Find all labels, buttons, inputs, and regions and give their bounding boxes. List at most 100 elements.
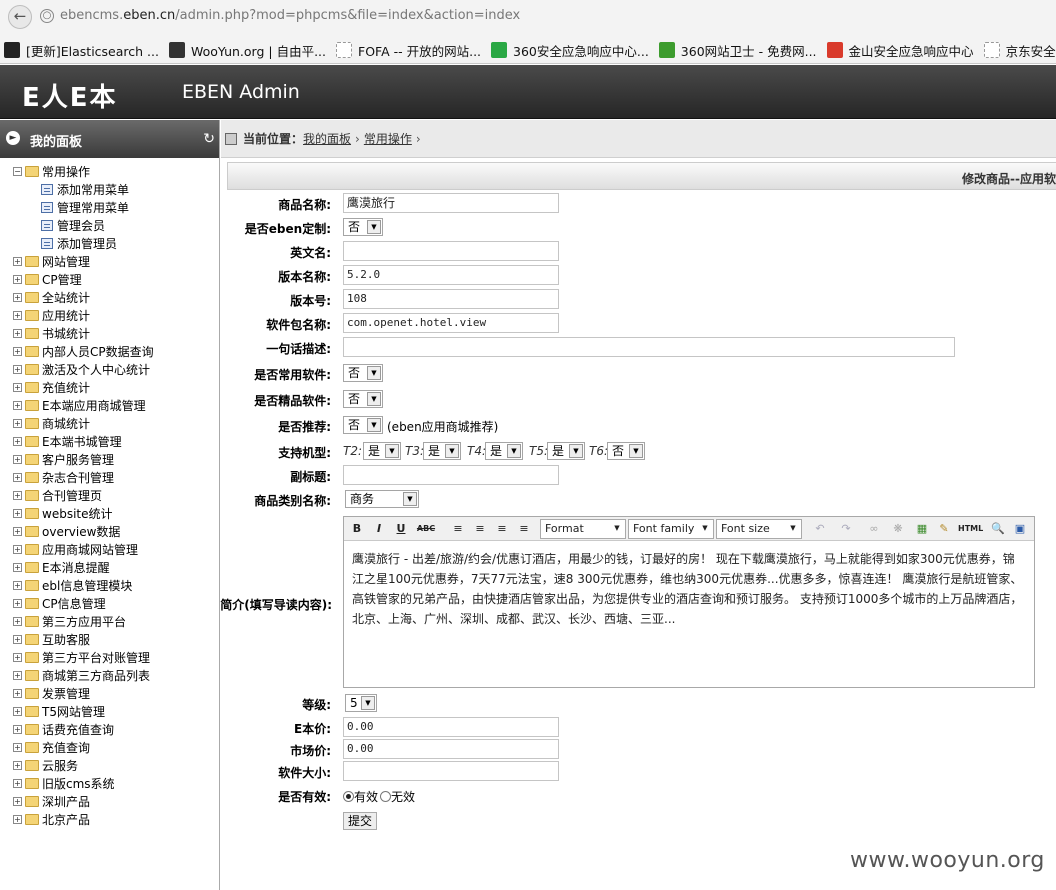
expand-icon[interactable]: + — [13, 418, 22, 428]
underline-icon[interactable]: U — [394, 521, 408, 537]
expand-icon[interactable]: + — [13, 778, 22, 788]
bookmark-item[interactable]: 360安全应急响应中心... — [491, 41, 649, 60]
model-t2-select[interactable]: 是 ▼ — [363, 442, 401, 460]
bookmark-item[interactable]: FOFA -- 开放的网站... — [336, 41, 481, 60]
model-t5-select[interactable]: 是 ▼ — [547, 442, 585, 460]
product-name-input[interactable]: 鹰漠旅行 — [343, 193, 559, 213]
align-left-icon[interactable]: ≡ — [450, 521, 466, 537]
tree-node[interactable]: + 第三方应用平台 — [0, 612, 219, 630]
tree-node[interactable]: + 第三方平台对账管理 — [0, 648, 219, 666]
tree-node[interactable]: + 充值查询 — [0, 738, 219, 756]
editor-content[interactable]: 鹰漠旅行 - 出差/旅游/约会/优惠订酒店，用最少的钱，订最好的房！ 现在下载鹰… — [344, 541, 1034, 637]
tree-node[interactable]: + 发票管理 — [0, 684, 219, 702]
expand-icon[interactable]: + — [13, 814, 22, 824]
align-right-icon[interactable]: ≡ — [494, 521, 510, 537]
package-name-input[interactable]: com.openet.hotel.view — [343, 313, 559, 333]
expand-icon[interactable]: + — [13, 328, 22, 338]
font-family-select[interactable]: Font family ▼ — [628, 519, 714, 539]
format-select[interactable]: Format ▼ — [540, 519, 626, 539]
version-name-input[interactable]: 5.2.0 — [343, 265, 559, 285]
image-icon[interactable]: ▦ — [914, 521, 930, 537]
strikethrough-icon[interactable]: ABC — [416, 521, 436, 537]
tree-node[interactable]: + ebl信息管理模块 — [0, 576, 219, 594]
tree-node[interactable]: + 商城第三方商品列表 — [0, 666, 219, 684]
expand-icon[interactable]: + — [13, 256, 22, 266]
tree-node[interactable]: + 合刊管理页 — [0, 486, 219, 504]
expand-icon[interactable]: + — [13, 706, 22, 716]
expand-icon[interactable]: + — [13, 796, 22, 806]
align-justify-icon[interactable]: ≡ — [516, 521, 532, 537]
expand-icon[interactable]: + — [13, 724, 22, 734]
bookmark-item[interactable]: 京东安全应急响应中心 — [983, 41, 1056, 60]
bookmark-item[interactable]: 金山安全应急响应中心 — [826, 41, 974, 60]
expand-icon[interactable]: + — [13, 526, 22, 536]
model-t4-select[interactable]: 是 ▼ — [485, 442, 523, 460]
tree-node[interactable]: + 内部人员CP数据查询 — [0, 342, 219, 360]
expand-icon[interactable]: + — [13, 688, 22, 698]
valid-no-radio[interactable] — [380, 791, 392, 802]
cleanup-icon[interactable]: ✎ — [936, 521, 952, 537]
preview-icon[interactable]: 🔍 — [990, 521, 1006, 537]
tree-leaf[interactable]: 添加常用菜单 — [0, 180, 219, 198]
tree-node[interactable]: + 书城统计 — [0, 324, 219, 342]
common-soft-select[interactable]: 否 ▼ — [343, 364, 383, 382]
tree-node[interactable]: + 商城统计 — [0, 414, 219, 432]
bookmark-item[interactable]: [更新]Elasticsearch ... — [4, 41, 159, 60]
fullscreen-icon[interactable]: ▣ — [1012, 521, 1028, 537]
expand-icon[interactable]: + — [13, 544, 22, 554]
tree-node[interactable]: + 应用统计 — [0, 306, 219, 324]
expand-icon[interactable]: + — [13, 580, 22, 590]
version-no-input[interactable]: 108 — [343, 289, 559, 309]
expand-icon[interactable]: + — [13, 292, 22, 302]
category-select[interactable]: 商务 ▼ — [345, 490, 419, 508]
undo-icon[interactable]: ↶ — [812, 521, 828, 537]
expand-icon[interactable]: + — [13, 400, 22, 410]
tree-node[interactable]: + 云服务 — [0, 756, 219, 774]
breadcrumb-item-common[interactable]: 常用操作 — [364, 130, 412, 147]
featured-soft-select[interactable]: 否 ▼ — [343, 390, 383, 408]
expand-icon[interactable]: + — [13, 652, 22, 662]
soft-size-input[interactable] — [343, 761, 559, 781]
tree-node[interactable]: + overview数据 — [0, 522, 219, 540]
expand-icon[interactable]: + — [13, 346, 22, 356]
tree-node[interactable]: + 北京产品 — [0, 810, 219, 828]
expand-icon[interactable]: + — [13, 490, 22, 500]
eben-custom-select[interactable]: 否 ▼ — [343, 218, 383, 236]
unlink-icon[interactable]: ❋ — [890, 521, 906, 537]
expand-icon[interactable]: + — [13, 274, 22, 284]
rich-text-editor[interactable]: B I U ABC ≡ ≡ ≡ ≡ Format ▼ Font family ▼ F… — [343, 516, 1035, 688]
html-source-icon[interactable]: HTML — [958, 521, 983, 537]
breadcrumb-item-panel[interactable]: 我的面板 — [303, 130, 351, 147]
expand-icon[interactable]: + — [13, 634, 22, 644]
model-t6-select[interactable]: 否 ▼ — [607, 442, 645, 460]
expand-icon[interactable]: + — [13, 562, 22, 572]
tree-node[interactable]: + 话费充值查询 — [0, 720, 219, 738]
tree-leaf[interactable]: 添加管理员 — [0, 234, 219, 252]
address-bar[interactable]: ebencms.eben.cn/admin.php?mod=phpcms&fil… — [60, 8, 520, 23]
bookmark-item[interactable]: 360网站卫士 - 免费网... — [658, 41, 817, 60]
tree-node[interactable]: + 深圳产品 — [0, 792, 219, 810]
tree-node[interactable]: + 应用商城网站管理 — [0, 540, 219, 558]
subtitle-input[interactable] — [343, 465, 559, 485]
expand-icon[interactable]: + — [13, 364, 22, 374]
tree-node[interactable]: + 客户服务管理 — [0, 450, 219, 468]
e-price-input[interactable]: 0.00 — [343, 717, 559, 737]
expand-icon[interactable]: + — [13, 508, 22, 518]
tree-node[interactable]: + 网站管理 — [0, 252, 219, 270]
expand-icon[interactable]: + — [13, 382, 22, 392]
submit-button[interactable]: 提交 — [343, 812, 378, 830]
bookmark-item[interactable]: WooYun.org | 自由平... — [168, 41, 326, 60]
refresh-icon[interactable]: ↻ — [203, 131, 215, 147]
tree-node[interactable]: + 旧版cms系统 — [0, 774, 219, 792]
english-name-input[interactable] — [343, 241, 559, 261]
market-price-input[interactable]: 0.00 — [343, 739, 559, 759]
tree-node[interactable]: + E本端应用商城管理 — [0, 396, 219, 414]
recommend-select[interactable]: 否 ▼ — [343, 416, 383, 434]
link-icon[interactable]: ∞ — [866, 521, 882, 537]
tree-node[interactable]: − 常用操作 — [0, 162, 219, 180]
expand-icon[interactable]: + — [13, 454, 22, 464]
bold-icon[interactable]: B — [350, 521, 364, 537]
align-center-icon[interactable]: ≡ — [472, 521, 488, 537]
tree-node[interactable]: + 全站统计 — [0, 288, 219, 306]
expand-icon[interactable]: + — [13, 760, 22, 770]
